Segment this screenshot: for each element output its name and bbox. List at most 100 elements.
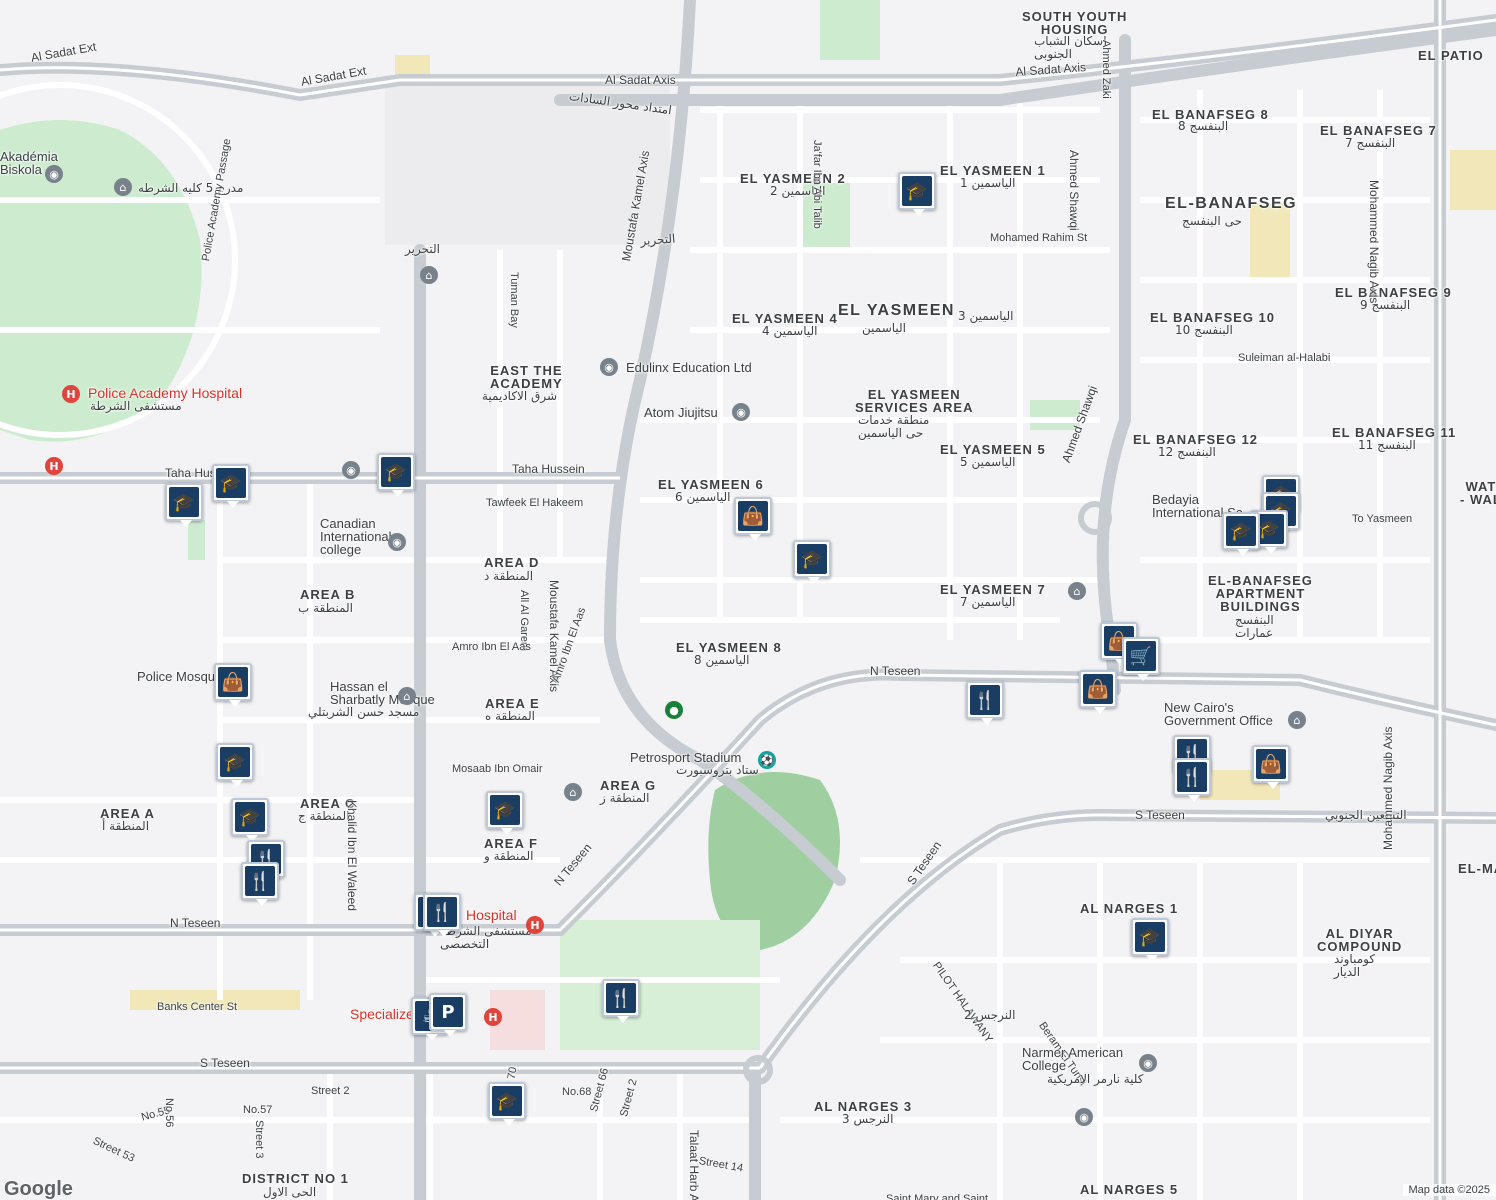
map-label-new-cairo-gov: New Cairo's Government Office [1164, 700, 1273, 728]
gym-icon[interactable]: ◉ [732, 403, 750, 421]
school-poi-icon[interactable]: ◉ [1139, 1054, 1157, 1072]
school-poi-icon[interactable]: ◉ [45, 165, 63, 183]
map-label-al-sadat-axis-1: Al Sadat Axis [605, 73, 676, 87]
map-label-area-b: AREA B [300, 587, 356, 602]
school-icon: 🎓 [902, 176, 932, 206]
map-label-el-yasmeen-7-ar: الياسمين 7 [960, 595, 1016, 609]
map-label-hospital-1: Hospital [466, 907, 517, 923]
map-label-services-area-ar: منطقة خدمات حى الياسمين [858, 413, 930, 440]
school-icon: 🎓 [235, 802, 265, 832]
map-pin-school-street-70[interactable]: 🎓 [488, 1082, 526, 1126]
map-label-ahmed-shawqi-1: Ahmed Shawqi [1067, 150, 1081, 231]
map-label-tuman-bay: Tuman Bay [508, 272, 520, 328]
hospital-icon[interactable]: H [62, 385, 80, 403]
map-label-el-banafseg: EL-BANAFSEG [1165, 195, 1298, 212]
map-pin-school-yasmeen-1[interactable]: 🎓 [898, 172, 936, 216]
restaurant-icon: 🍴 [606, 983, 636, 1013]
map-label-police-mosque: Police Mosque [137, 669, 223, 684]
school-poi-icon[interactable]: ◉ [342, 461, 360, 479]
map-pin-parking-specialized[interactable]: P [429, 993, 467, 1037]
map-pin-cart-banafseg[interactable]: 🛒 [1122, 637, 1160, 681]
map-label-police-college: مدرج 5 كليه الشرطه [138, 181, 244, 195]
map-label-narmer-ar: كلية نارمر الامريكية [1047, 1072, 1144, 1086]
hospital-icon[interactable]: H [526, 916, 544, 934]
google-logo: Google [4, 1178, 73, 1200]
map-label-street-2: Street 2 [311, 1085, 350, 1097]
stadium-icon[interactable]: ⚽ [758, 751, 776, 769]
map-pin-school-taha-2[interactable]: 🎓 [165, 483, 203, 527]
map-label-area-g-ar: المنطقة ز [600, 791, 650, 805]
museum-icon[interactable]: ⌂ [1068, 582, 1086, 600]
restaurant-icon: 🍴 [1177, 762, 1207, 792]
map-label-district-1: DISTRICT NO 1 [242, 1171, 349, 1186]
map-label-el-mah: EL-MA [1458, 861, 1496, 876]
map-label-al-nerges-2-ar: النرجس 2 [964, 1008, 1016, 1022]
map-pin-restaurant-area-c-2[interactable]: 🍴 [241, 862, 279, 906]
map-label-area-c-ar: المنطقة ج [298, 809, 350, 823]
map-label-mohamed-rahim: Mohamed Rahim St [990, 232, 1088, 244]
map-label-al-diyar: AL DIYAR COMPOUND [1317, 926, 1403, 954]
map-label-s-teseen-1: S Teseen [1135, 808, 1185, 822]
map-pin-restaurant-hospital[interactable]: 🍴 [423, 893, 461, 937]
map-label-area-d-ar: المنطقة د [484, 569, 534, 583]
map-label-n-teseen-1: N Teseen [870, 664, 921, 678]
map-pin-school-area-c[interactable]: 🎓 [231, 798, 269, 842]
map-label-al-nerges-1: AL NARGES 1 [1080, 901, 1179, 916]
map-attribution[interactable]: Map data ©2025 [1402, 1184, 1496, 1196]
map-label-el-yasmeen-ar: الياسمين [862, 321, 907, 335]
mosque-icon[interactable]: ⌂ [398, 687, 416, 705]
map-pin-school-narges-1[interactable]: 🎓 [1131, 918, 1169, 962]
map-pin-shop-police-mosque[interactable]: 👜 [214, 663, 252, 707]
park-icon[interactable]: ● [665, 701, 683, 719]
map-label-no-57: No.57 [243, 1104, 273, 1116]
map-label-el-banafseg-ar: حى البنفسج [1182, 214, 1242, 228]
map-label-specialized: Specialize [350, 1006, 414, 1022]
hospital-icon[interactable]: H [45, 457, 63, 475]
map-label-el-yasmeen-8-ar: الياسمين 8 [694, 653, 750, 667]
map-pin-school-bedayia-4[interactable]: 🎓 [1222, 512, 1260, 556]
school-poi-icon[interactable]: ◉ [1075, 1108, 1093, 1126]
map-label-wat: WAT - WAL [1460, 479, 1496, 507]
shopping-cart-icon: 🛒 [1126, 641, 1156, 671]
map-pin-school-area-f[interactable]: 🎓 [486, 791, 524, 835]
map-pin-restaurant-n-teseen[interactable]: 🍴 [966, 681, 1004, 725]
map-label-area-a-ar: المنطقة أ [102, 819, 150, 833]
government-icon[interactable]: ⌂ [1288, 711, 1306, 729]
map-pin-shop-yasmeen-6[interactable]: 👜 [734, 497, 772, 541]
map-label-mohammed-naguib-1: Mohammed Nagib Axis [1367, 180, 1381, 304]
museum-icon[interactable]: ⌂ [114, 178, 132, 196]
map-label-saint-mary: Saint Mary and Saint [886, 1193, 989, 1200]
school-poi-icon[interactable]: ◉ [600, 358, 618, 376]
school-poi-icon[interactable]: ◉ [388, 533, 406, 551]
map-label-area-f-ar: المنطقة و [484, 849, 534, 863]
map-pin-shop-n-teseen[interactable]: 👜 [1079, 670, 1117, 714]
map-label-n-teseen-2: N Teseen [170, 916, 221, 930]
map-canvas[interactable]: SOUTH YOUTH HOUSING اسكان الشباب الجنوبى E… [0, 0, 1496, 1200]
map-label-banafseg-apartment-ar: البنفسج عمارات [1235, 613, 1274, 640]
map-label-el-banafseg-8-ar: البنفسج 8 [1178, 119, 1229, 133]
museum-icon[interactable]: ⌂ [420, 266, 438, 284]
map-label-district-1-ar: الحى الاول [263, 1185, 317, 1199]
map-label-suleiman: Suleiman al-Halabi [1238, 352, 1331, 364]
school-icon: 🎓 [169, 487, 199, 517]
map-label-atom: Atom Jiujitsu [644, 405, 718, 420]
map-pin-school-taha-3[interactable]: 🎓 [377, 453, 415, 497]
map-pin-restaurant-gov-2[interactable]: 🍴 [1173, 758, 1211, 802]
map-label-ahmed-zewail: Ahmed Zaki [1100, 40, 1112, 99]
museum-icon[interactable]: ⌂ [564, 783, 582, 801]
map-label-south-youth-housing-ar: اسكان الشباب الجنوبى [1034, 34, 1107, 61]
map-pin-school-yasmeen-6[interactable]: 🎓 [793, 540, 831, 584]
map-label-hassan-sharbatly-ar: مسجد حسن الشربتلي [308, 705, 420, 719]
map-label-area-b-ar: المنطقة ب [298, 601, 354, 615]
map-label-mohammed-naguib-2: Mohammed Nagib Axis [1381, 726, 1395, 850]
map-pin-school-taha-1[interactable]: 🎓 [212, 464, 250, 508]
school-icon: 🎓 [1135, 922, 1165, 952]
map-label-banafseg-apartment: EL-BANAFSEG APARTMENT BUILDINGS [1208, 573, 1313, 614]
map-label-al-diyar-ar: كومباوند الديار [1334, 952, 1376, 979]
map-label-el-yasmeen-1-ar: الياسمين 1 [960, 176, 1016, 190]
map-pin-shop-gov[interactable]: 👜 [1252, 745, 1290, 789]
map-pin-school-area-a[interactable]: 🎓 [216, 743, 254, 787]
hospital-icon[interactable]: H [484, 1008, 502, 1026]
map-pin-restaurant-park[interactable]: 🍴 [602, 979, 640, 1023]
map-label-el-banafseg-10-ar: البنفسج 10 [1175, 323, 1233, 337]
